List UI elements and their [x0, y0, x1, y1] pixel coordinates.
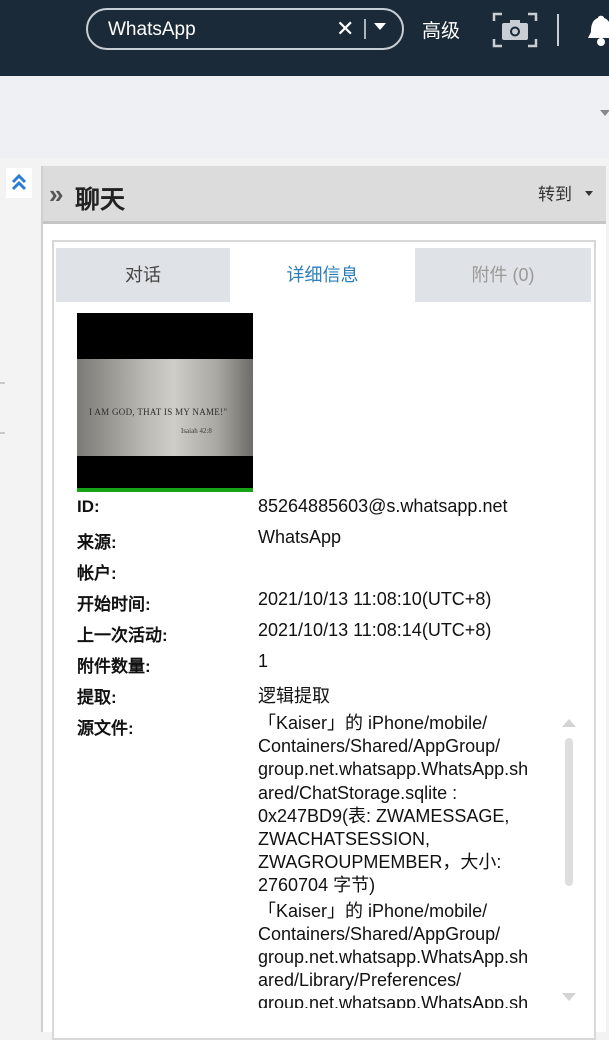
source-label: 来源: [77, 533, 117, 552]
thumbnail-status-bar [77, 488, 253, 492]
chat-thumbnail[interactable]: I AM GOD, THAT IS MY NAME!" Isaiah 42:8 [77, 313, 253, 492]
sidebar-marker [0, 382, 5, 384]
account-label: 帐户: [77, 564, 117, 583]
sub-header [0, 76, 609, 158]
topbar-divider [557, 14, 559, 46]
caret-down-icon[interactable] [585, 191, 593, 196]
tab-attachments[interactable]: 附件 (0) [415, 248, 591, 302]
search-divider [364, 19, 366, 39]
double-chevron-right-icon[interactable]: » [49, 179, 63, 210]
double-chevron-up-icon[interactable] [6, 168, 32, 198]
start-time-label: 开始时间: [77, 595, 151, 614]
attachment-count-label: 附件数量: [77, 657, 151, 676]
thumbnail-text: I AM GOD, THAT IS MY NAME!" [89, 407, 228, 417]
tab-details[interactable]: 详细信息 [236, 248, 409, 302]
scroll-down-arrow[interactable] [562, 993, 576, 1001]
source-file-list[interactable]: 「Kaiser」的 iPhone/mobile/ Containers/Shar… [258, 712, 558, 1008]
search-input[interactable]: WhatsApp ✕ [86, 8, 404, 50]
id-label: ID: [77, 497, 100, 516]
left-sidebar [0, 166, 34, 1032]
advanced-search-link[interactable]: 高级 [422, 16, 460, 43]
chevron-down-icon[interactable] [374, 23, 386, 30]
scroll-up-arrow[interactable] [562, 719, 576, 727]
last-activity-label: 上一次活动: [77, 626, 168, 645]
thumbnail-photo: I AM GOD, THAT IS MY NAME!" Isaiah 42:8 [77, 359, 253, 456]
attachment-count-value: 1 [258, 651, 269, 671]
last-activity-value: 2021/10/13 11:08:14(UTC+8) [258, 620, 492, 640]
camera-icon[interactable] [492, 12, 538, 48]
panel-header [43, 166, 606, 224]
extraction-value: 逻辑提取 [258, 686, 330, 706]
thumbnail-subtext: Isaiah 42:8 [181, 427, 212, 435]
page-title: 聊天 [75, 186, 126, 214]
close-icon[interactable]: ✕ [336, 16, 354, 42]
scrollbar-thumb[interactable] [565, 738, 573, 886]
search-value[interactable]: WhatsApp [108, 19, 196, 41]
source-file-entry: 「Kaiser」的 iPhone/mobile/ Containers/Shar… [258, 713, 529, 896]
chevron-down-icon[interactable] [600, 110, 609, 116]
start-time-value: 2021/10/13 11:08:10(UTC+8) [258, 589, 492, 609]
top-bar: WhatsApp ✕ 高级 [0, 0, 609, 76]
sidebar-marker [0, 432, 5, 434]
bell-icon[interactable] [586, 12, 609, 48]
tab-conversation[interactable]: 对话 [56, 248, 230, 302]
extraction-label: 提取: [77, 688, 117, 707]
goto-button[interactable]: 转到 [538, 180, 572, 205]
id-value: 85264885603@s.whatsapp.net [258, 496, 508, 516]
source-file-entry: 「Kaiser」的 iPhone/mobile/ Containers/Shar… [258, 900, 529, 1008]
source-value: WhatsApp [258, 527, 342, 547]
source-file-label: 源文件: [77, 719, 134, 738]
